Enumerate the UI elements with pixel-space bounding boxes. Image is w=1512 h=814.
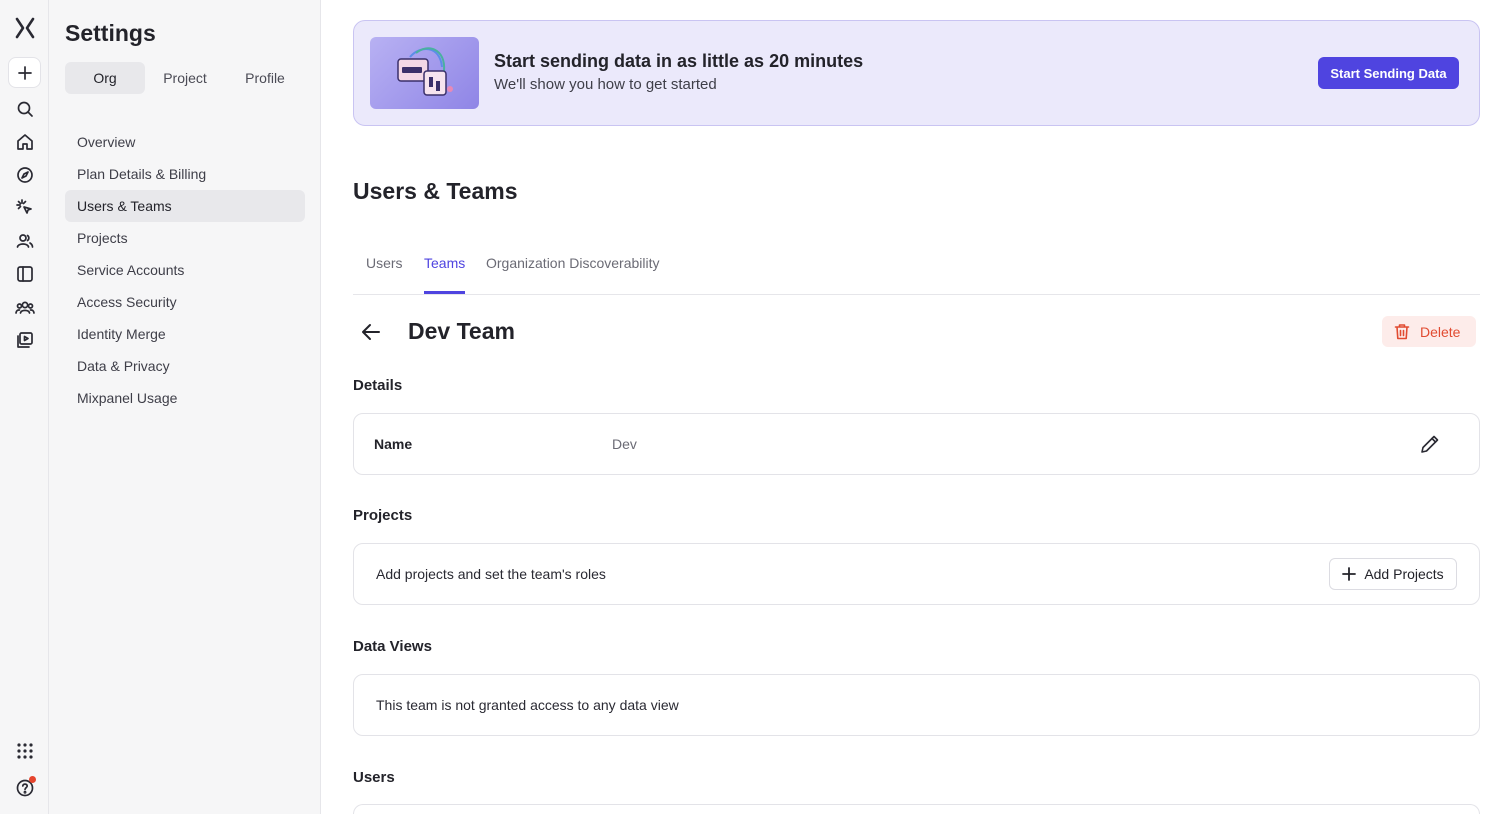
team-name-heading: Dev Team: [408, 318, 515, 344]
users-card: [353, 804, 1480, 814]
delete-team-button[interactable]: Delete: [1382, 316, 1476, 347]
search-icon[interactable]: [12, 96, 37, 121]
banner-illustration: [370, 37, 479, 109]
page-title: Users & Teams: [353, 178, 518, 204]
add-projects-button[interactable]: Add Projects: [1329, 558, 1457, 590]
name-field-value: Dev: [612, 436, 637, 452]
projects-card: Add projects and set the team's roles Ad…: [353, 543, 1480, 605]
tab-organization-discoverability[interactable]: Organization Discoverability: [486, 255, 660, 294]
projects-heading: Projects: [353, 507, 413, 524]
details-heading: Details: [353, 377, 403, 394]
settings-sidebar: Settings Org Project Profile Overview Pl…: [49, 0, 321, 814]
create-button[interactable]: [8, 57, 41, 88]
tab-profile[interactable]: Profile: [225, 62, 305, 94]
data-views-heading: Data Views: [353, 638, 432, 655]
apps-grid-icon[interactable]: [12, 738, 37, 763]
logo-icon[interactable]: [12, 15, 37, 40]
banner-subtitle: We'll show you how to get started: [494, 76, 717, 93]
notification-dot: [29, 776, 36, 783]
compass-icon[interactable]: [12, 162, 37, 187]
icon-rail: [0, 0, 49, 814]
users-heading: Users: [353, 769, 395, 786]
nav-item-projects[interactable]: Projects: [65, 222, 305, 254]
nav-item-access-security[interactable]: Access Security: [65, 286, 305, 318]
details-card: Name Dev: [353, 413, 1480, 475]
tab-project[interactable]: Project: [145, 62, 225, 94]
users-icon[interactable]: [12, 228, 37, 253]
team-header: Dev Team Delete: [353, 312, 1480, 352]
scope-switcher: Org Project Profile: [65, 62, 305, 94]
nav-item-service-accounts[interactable]: Service Accounts: [65, 254, 305, 286]
sparkle-cursor-icon[interactable]: [12, 195, 37, 220]
plus-icon: [17, 65, 32, 80]
add-projects-label: Add Projects: [1364, 566, 1444, 582]
banner-title: Start sending data in as little as 20 mi…: [494, 51, 864, 71]
data-views-empty-text: This team is not granted access to any d…: [376, 697, 679, 713]
delete-label: Delete: [1420, 323, 1461, 340]
group-icon[interactable]: [12, 295, 37, 320]
users-teams-tabs: Users Teams Organization Discoverability: [353, 246, 1480, 295]
home-icon[interactable]: [12, 129, 37, 154]
tab-users[interactable]: Users: [366, 255, 403, 294]
tab-org[interactable]: Org: [65, 62, 145, 94]
projects-description: Add projects and set the team's roles: [376, 566, 606, 582]
nav-item-identity-merge[interactable]: Identity Merge: [65, 318, 305, 350]
tab-teams[interactable]: Teams: [424, 255, 466, 294]
nav-item-overview[interactable]: Overview: [65, 126, 305, 158]
name-field-label: Name: [374, 436, 413, 452]
data-views-card: This team is not granted access to any d…: [353, 674, 1480, 736]
sidebar-panel-icon[interactable]: [12, 261, 37, 286]
settings-title: Settings: [65, 20, 156, 46]
play-library-icon[interactable]: [12, 327, 37, 352]
settings-nav: Overview Plan Details & Billing Users & …: [65, 126, 305, 414]
plus-icon: [1342, 567, 1357, 581]
onboarding-banner: Start sending data in as little as 20 mi…: [353, 20, 1480, 126]
trash-icon: [1394, 324, 1410, 340]
back-arrow-icon[interactable]: [359, 320, 383, 344]
nav-item-data-privacy[interactable]: Data & Privacy: [65, 350, 305, 382]
pencil-icon[interactable]: [1419, 433, 1441, 455]
help-icon[interactable]: [12, 775, 37, 800]
nav-item-plan-billing[interactable]: Plan Details & Billing: [65, 158, 305, 190]
nav-item-mixpanel-usage[interactable]: Mixpanel Usage: [65, 382, 305, 414]
start-sending-data-button[interactable]: Start Sending Data: [1318, 57, 1459, 89]
nav-item-users-teams[interactable]: Users & Teams: [65, 190, 305, 222]
